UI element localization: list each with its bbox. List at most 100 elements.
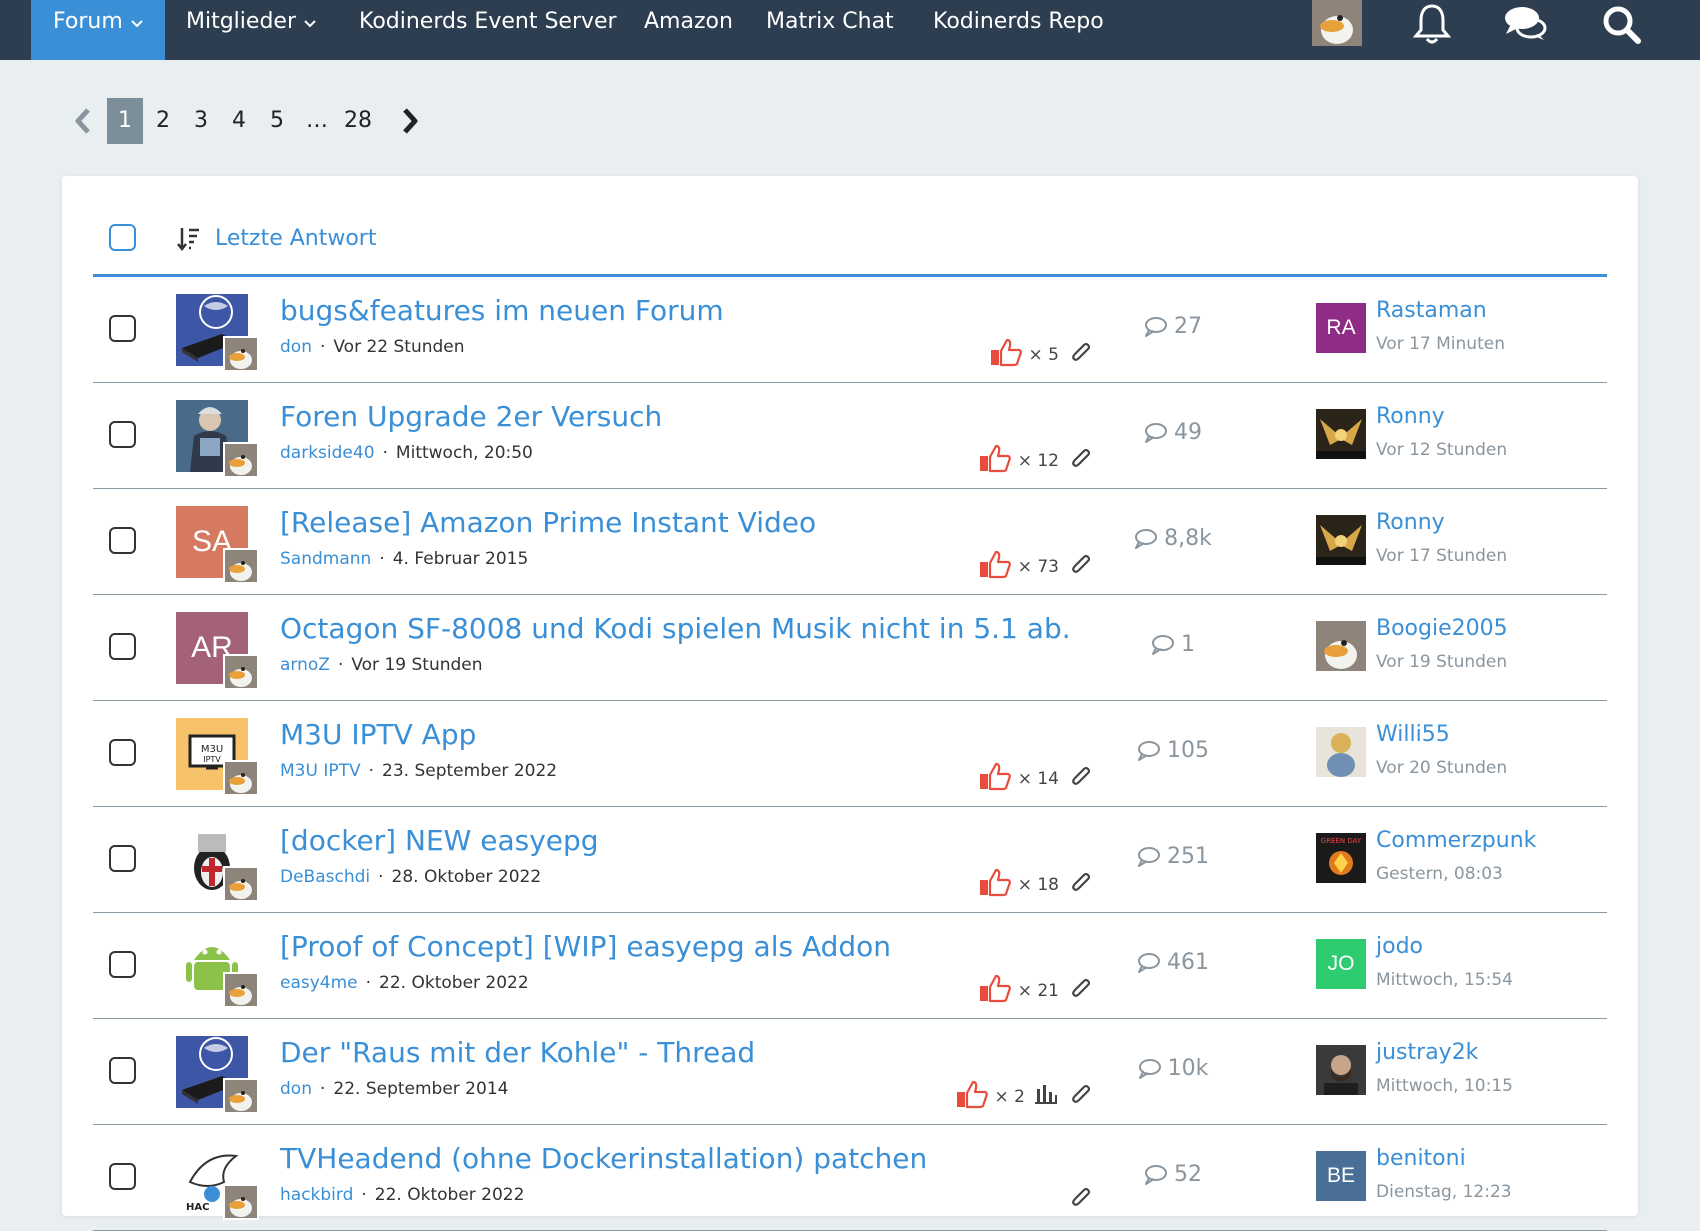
sort-descending-icon[interactable]	[177, 226, 201, 256]
chevron-left-icon	[75, 108, 90, 134]
like-count: × 14	[1017, 768, 1059, 789]
last-poster-avatar[interactable]	[1316, 409, 1366, 459]
svg-text:GREEN DAY: GREEN DAY	[1321, 837, 1362, 845]
last-poster-name[interactable]: Ronny	[1376, 403, 1445, 431]
nav-item-kodinerds-event-server[interactable]: Kodinerds Event Server	[337, 0, 639, 60]
comment-icon	[1134, 526, 1164, 551]
previous-page-button[interactable]	[70, 98, 94, 144]
last-poster-name[interactable]: justray2k	[1376, 1039, 1478, 1067]
last-poster-name[interactable]: Boogie2005	[1376, 615, 1508, 643]
thread-row: Der "Raus mit der Kohle" - Thread don · 22.…	[93, 1019, 1607, 1125]
last-poster-name[interactable]: Willi55	[1376, 721, 1450, 749]
like-count: × 12	[1017, 450, 1059, 471]
last-poster-avatar[interactable]: BE	[1316, 1151, 1366, 1201]
last-poster-mini-avatar[interactable]	[223, 1184, 259, 1220]
last-poster-name[interactable]: Ronny	[1376, 509, 1445, 537]
comment-icon	[1138, 1056, 1168, 1081]
last-poster-mini-avatar[interactable]	[223, 1078, 259, 1114]
reply-count-value: 49	[1174, 420, 1202, 445]
chevron-down-icon	[131, 0, 143, 44]
bell-icon[interactable]	[1410, 2, 1454, 50]
last-poster-mini-avatar[interactable]	[223, 972, 259, 1008]
attachment-icon	[1071, 764, 1093, 793]
page-1-button[interactable]: 1	[107, 98, 143, 144]
thread-row: Foren Upgrade 2er Versuch darkside40 · Mitt…	[93, 383, 1607, 489]
last-poster-avatar[interactable]	[1316, 515, 1366, 565]
last-poster-avatar[interactable]	[1316, 727, 1366, 777]
comment-icon	[1144, 420, 1174, 445]
last-post-time: Mittwoch, 10:15	[1376, 1076, 1513, 1096]
sort-label[interactable]: Letzte Antwort	[215, 226, 376, 252]
nav-item-label: Forum	[53, 9, 123, 34]
nav-item-kodinerds-repo[interactable]: Kodinerds Repo	[911, 0, 1126, 60]
comment-icon	[1144, 1162, 1174, 1187]
nav-item-mitglieder[interactable]: Mitglieder	[164, 0, 338, 60]
nav-item-label: Kodinerds Repo	[933, 9, 1104, 34]
avatar-initials: RA	[1326, 316, 1356, 339]
last-poster-avatar[interactable]	[1316, 621, 1366, 671]
page-2-button[interactable]: 2	[148, 98, 178, 144]
reply-count-value: 1	[1181, 632, 1195, 657]
last-poster-name[interactable]: Rastaman	[1376, 297, 1487, 325]
thumbs-up-icon[interactable]	[978, 973, 1012, 1008]
last-poster-mini-avatar[interactable]	[223, 336, 259, 372]
user-avatar[interactable]	[1312, 0, 1362, 46]
thumbs-up-icon[interactable]	[955, 1079, 989, 1114]
chat-bubbles-icon[interactable]	[1502, 2, 1548, 50]
last-poster-mini-avatar[interactable]	[223, 442, 259, 478]
last-poster-mini-avatar[interactable]	[223, 760, 259, 796]
attachment-icon	[1071, 340, 1093, 369]
like-count: × 73	[1017, 556, 1059, 577]
last-post-time: Vor 17 Minuten	[1376, 334, 1505, 354]
attachment-icon	[1071, 976, 1093, 1005]
chevron-right-icon	[403, 108, 418, 134]
nav-item-matrix-chat[interactable]: Matrix Chat	[744, 0, 916, 60]
page-4-button[interactable]: 4	[224, 98, 254, 144]
last-poster-avatar[interactable]: JO	[1316, 939, 1366, 989]
reply-count-value: 8,8k	[1164, 526, 1212, 551]
next-page-button[interactable]	[398, 98, 422, 144]
comment-icon	[1151, 632, 1181, 657]
like-count: × 2	[994, 1086, 1025, 1107]
attachment-icon	[1071, 446, 1093, 475]
thread-row: SA [Release] Amazon Prime Instant Video Sa…	[93, 489, 1607, 595]
select-all-checkbox[interactable]	[109, 224, 136, 251]
list-header: Letzte Antwort	[93, 176, 1607, 277]
reply-count-value: 251	[1167, 844, 1209, 869]
last-poster-avatar[interactable]: GREEN DAY	[1316, 833, 1366, 883]
comment-icon	[1137, 950, 1167, 975]
comment-icon	[1144, 314, 1174, 339]
attachment-icon	[1071, 552, 1093, 581]
page-3-button[interactable]: 3	[186, 98, 216, 144]
thumbs-up-icon[interactable]	[978, 549, 1012, 584]
comment-icon	[1137, 844, 1167, 869]
thread-row: AR Octagon SF-8008 und Kodi spielen Musik…	[93, 595, 1607, 701]
search-icon[interactable]	[1600, 3, 1644, 51]
last-poster-mini-avatar[interactable]	[223, 654, 259, 690]
last-poster-name[interactable]: benitoni	[1376, 1145, 1466, 1173]
nav-item-amazon[interactable]: Amazon	[622, 0, 755, 60]
last-poster-avatar[interactable]	[1316, 1045, 1366, 1095]
golden-eagle-picture	[1316, 409, 1366, 459]
thumbs-up-icon[interactable]	[978, 443, 1012, 478]
avatar-initials: BE	[1326, 1164, 1355, 1187]
like-count: × 21	[1017, 980, 1059, 1001]
thumbs-up-icon[interactable]	[989, 337, 1023, 372]
page-5-button[interactable]: 5	[262, 98, 292, 144]
svg-text:HAC: HAC	[186, 1202, 209, 1213]
thumbs-up-icon[interactable]	[978, 867, 1012, 902]
reply-count-value: 105	[1167, 738, 1209, 763]
last-poster-name[interactable]: jodo	[1376, 933, 1423, 961]
last-poster-avatar[interactable]: RA	[1316, 303, 1366, 353]
nav-item-forum[interactable]: Forum	[31, 0, 165, 60]
thumbs-up-icon[interactable]	[978, 761, 1012, 796]
thread-row: [docker] NEW easyepg DeBaschdi · 28. Oktobe…	[93, 807, 1607, 913]
last-poster-name[interactable]: Commerzpunk	[1376, 827, 1536, 855]
last-poster-mini-avatar[interactable]	[223, 548, 259, 584]
golden-eagle-picture	[1316, 515, 1366, 565]
reply-count-value: 52	[1174, 1162, 1202, 1187]
last-poster-mini-avatar[interactable]	[223, 866, 259, 902]
page-28-button[interactable]: 28	[338, 98, 378, 144]
thread-row: [Proof of Concept] [WIP] easyepg als Add…	[93, 913, 1607, 1019]
attachment-icon	[1071, 1082, 1093, 1111]
